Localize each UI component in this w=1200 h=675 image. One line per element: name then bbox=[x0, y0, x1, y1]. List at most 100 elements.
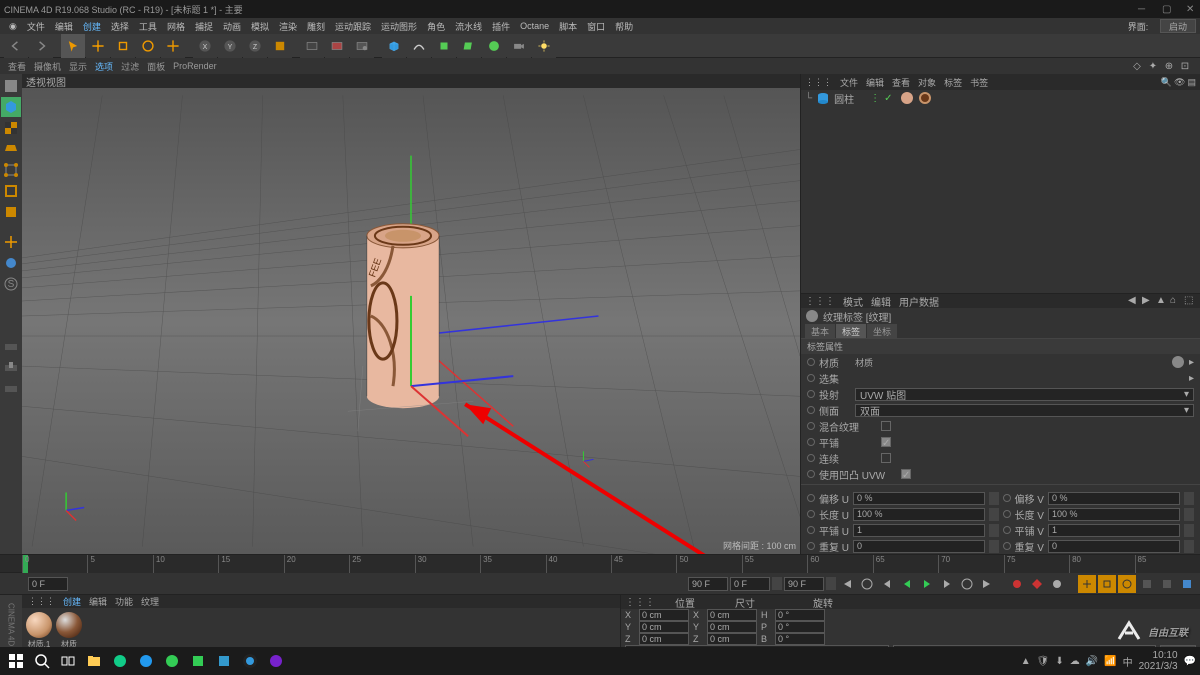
attr-tab-coord[interactable]: 坐标 bbox=[867, 324, 897, 338]
tag-tex2-icon[interactable] bbox=[918, 91, 932, 105]
offset-v-input[interactable] bbox=[1048, 492, 1180, 505]
spinner-icon[interactable] bbox=[989, 524, 999, 537]
snap-enable[interactable]: S bbox=[1, 274, 21, 294]
render-view[interactable] bbox=[300, 34, 324, 58]
locked-wp[interactable] bbox=[1, 357, 21, 377]
attr-user[interactable]: 用户数据 bbox=[899, 294, 939, 309]
pos-key[interactable] bbox=[1078, 575, 1096, 593]
attr-mix-check[interactable] bbox=[881, 421, 891, 431]
generator[interactable] bbox=[432, 34, 456, 58]
prev-key-button[interactable] bbox=[858, 575, 876, 593]
redo-button[interactable] bbox=[29, 34, 53, 58]
menu-select[interactable]: 选择 bbox=[106, 20, 134, 33]
menu-edit[interactable]: 编辑 bbox=[50, 20, 78, 33]
material-item[interactable]: 材质.1 bbox=[26, 612, 52, 650]
arrow-icon[interactable]: ▸ bbox=[1189, 373, 1194, 384]
pla-key[interactable] bbox=[1158, 575, 1176, 593]
workplane-tool[interactable] bbox=[1, 336, 21, 356]
select-tool[interactable] bbox=[61, 34, 85, 58]
tag-tex1-icon[interactable] bbox=[900, 91, 914, 105]
attr-tile-check[interactable]: ✓ bbox=[881, 437, 891, 447]
spinner-icon[interactable] bbox=[989, 508, 999, 521]
param-key[interactable] bbox=[1138, 575, 1156, 593]
c4d-task-icon[interactable] bbox=[238, 649, 262, 673]
edge-mode[interactable] bbox=[1, 181, 21, 201]
spinner-icon[interactable] bbox=[1184, 508, 1194, 521]
viewport[interactable]: FEE bbox=[22, 88, 800, 554]
tray-icon[interactable]: ☁ bbox=[1070, 656, 1080, 667]
menu-render[interactable]: 渲染 bbox=[274, 20, 302, 33]
menu-track[interactable]: 运动跟踪 bbox=[330, 20, 376, 33]
y-axis-lock[interactable]: Y bbox=[218, 34, 242, 58]
attr-mode[interactable]: 模式 bbox=[843, 294, 863, 309]
next-key-button[interactable] bbox=[958, 575, 976, 593]
environment[interactable] bbox=[482, 34, 506, 58]
texture-mode[interactable] bbox=[1, 118, 21, 138]
render-settings[interactable] bbox=[350, 34, 374, 58]
menu-file[interactable]: 文件 bbox=[22, 20, 50, 33]
prorender-menu[interactable]: ProRender bbox=[173, 61, 217, 71]
timeline-ruler[interactable]: 051015202530354045505560657075808590 bbox=[22, 555, 1200, 573]
attr-bump-check[interactable]: ✓ bbox=[901, 469, 911, 479]
prev-frame-button[interactable] bbox=[878, 575, 896, 593]
material-item[interactable]: 材质 bbox=[56, 612, 82, 650]
next-frame-button[interactable] bbox=[938, 575, 956, 593]
maximize-icon[interactable]: ▢ bbox=[1162, 4, 1172, 14]
pos-x-input[interactable] bbox=[639, 609, 689, 621]
record-button[interactable] bbox=[1008, 575, 1026, 593]
close-icon[interactable]: ✕ bbox=[1186, 4, 1196, 14]
list-icon[interactable]: ▤ bbox=[1187, 77, 1196, 88]
menu-mograph[interactable]: 运动图形 bbox=[376, 20, 422, 33]
attr-tab-tag[interactable]: 标签 bbox=[836, 324, 866, 338]
menu-window[interactable]: 窗口 bbox=[582, 20, 610, 33]
nav-prev-icon[interactable]: ◀ bbox=[1128, 295, 1140, 307]
repeat-v-input[interactable] bbox=[1048, 540, 1180, 553]
poly-mode[interactable] bbox=[1, 202, 21, 222]
attr-conn-check[interactable] bbox=[881, 453, 891, 463]
menu-octane[interactable]: Octane bbox=[515, 21, 554, 31]
attr-material-val[interactable]: 材质 bbox=[855, 356, 1167, 369]
objmgr-tags[interactable]: 标签 bbox=[944, 76, 962, 89]
nav-lock-icon[interactable]: ⬚ bbox=[1184, 295, 1196, 307]
pos-y-input[interactable] bbox=[639, 621, 689, 633]
play-button[interactable] bbox=[918, 575, 936, 593]
prim-cube[interactable] bbox=[382, 34, 406, 58]
size-z-input[interactable] bbox=[707, 633, 757, 645]
search-icon[interactable]: 🔍 bbox=[1161, 77, 1172, 88]
tray-icon[interactable]: 📶 bbox=[1104, 656, 1116, 667]
menu-anim[interactable]: 动画 bbox=[218, 20, 246, 33]
camera-menu[interactable]: 摄像机 bbox=[34, 60, 61, 73]
menu-plugin[interactable]: 插件 bbox=[487, 20, 515, 33]
autokey-button[interactable] bbox=[1028, 575, 1046, 593]
tray-icon[interactable]: ▲ bbox=[1021, 656, 1031, 667]
view-nav-4[interactable]: ⊡ bbox=[1178, 59, 1192, 73]
view-nav-2[interactable]: ✦ bbox=[1146, 59, 1160, 73]
spinner-icon[interactable] bbox=[1184, 492, 1194, 505]
menu-mesh[interactable]: 网格 bbox=[162, 20, 190, 33]
objmgr-book[interactable]: 书签 bbox=[970, 76, 988, 89]
tweak-mode[interactable] bbox=[1, 253, 21, 273]
panel-menu[interactable]: 面板 bbox=[147, 60, 165, 73]
fcurve-button[interactable] bbox=[1178, 575, 1196, 593]
mat-tex[interactable]: 纹理 bbox=[141, 595, 159, 608]
scale-key[interactable] bbox=[1098, 575, 1116, 593]
view-menu[interactable]: 查看 bbox=[8, 60, 26, 73]
goto-end-button[interactable] bbox=[978, 575, 996, 593]
rot-key[interactable] bbox=[1118, 575, 1136, 593]
render-pv[interactable] bbox=[325, 34, 349, 58]
offset-u-input[interactable] bbox=[853, 492, 985, 505]
nav-next-icon[interactable]: ▶ bbox=[1142, 295, 1154, 307]
spinner-icon[interactable] bbox=[1184, 540, 1194, 553]
taskview-icon[interactable] bbox=[56, 649, 80, 673]
spinner-icon[interactable] bbox=[989, 540, 999, 553]
search-icon[interactable] bbox=[30, 649, 54, 673]
rotate-tool[interactable] bbox=[136, 34, 160, 58]
app3-icon[interactable] bbox=[212, 649, 236, 673]
app2-icon[interactable] bbox=[186, 649, 210, 673]
start-frame-input[interactable] bbox=[28, 577, 68, 591]
menu-pipe[interactable]: 流水线 bbox=[450, 20, 487, 33]
prim-spline[interactable] bbox=[407, 34, 431, 58]
tile-v-input[interactable] bbox=[1048, 524, 1180, 537]
spinner-icon[interactable] bbox=[989, 492, 999, 505]
length-u-input[interactable] bbox=[853, 508, 985, 521]
